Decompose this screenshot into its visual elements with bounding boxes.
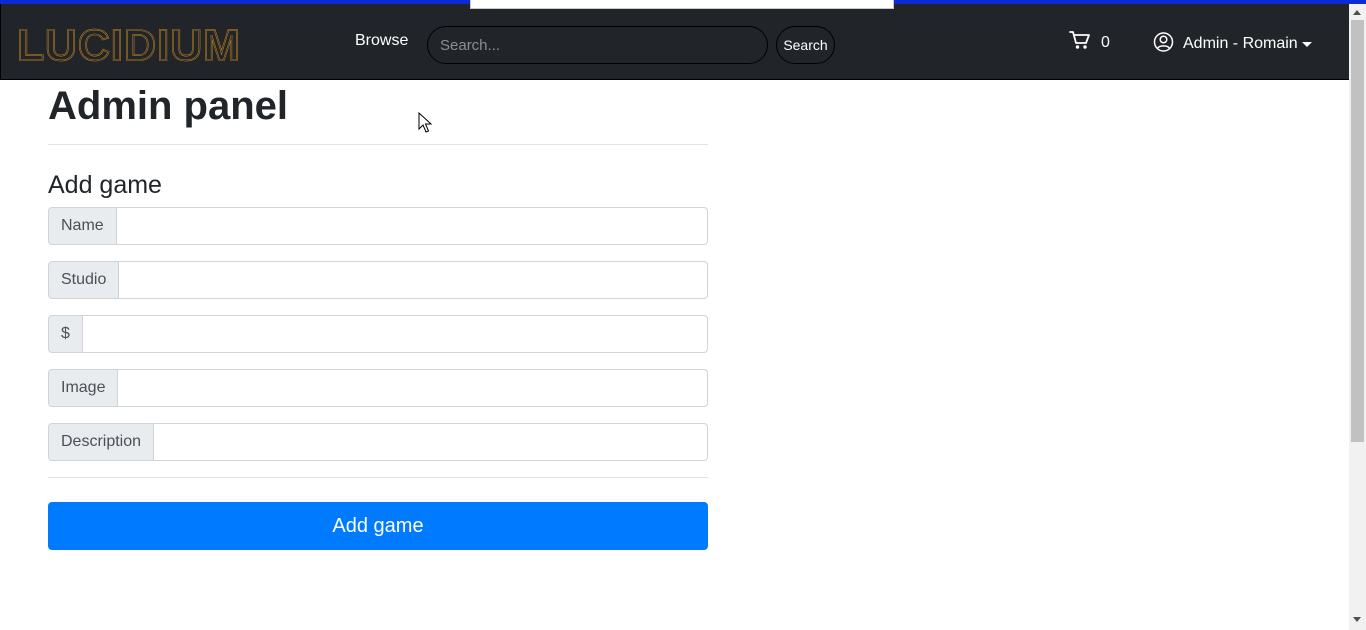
name-field[interactable] — [116, 207, 708, 245]
scroll-down-arrow-icon[interactable] — [1353, 617, 1361, 622]
price-label: $ — [48, 315, 83, 353]
user-menu-toggle[interactable]: Admin - Romain — [1153, 30, 1312, 58]
studio-field[interactable] — [119, 261, 708, 299]
scroll-up-arrow-icon[interactable] — [1353, 10, 1361, 15]
navbar: LUCIDIUM LUCIDIUM Browse Search 0 Admin … — [0, 4, 1349, 80]
user-name-label: Admin - Romain — [1183, 35, 1298, 52]
search-button[interactable]: Search — [776, 26, 835, 64]
name-input-group: Name — [48, 207, 708, 245]
studio-label: Studio — [48, 261, 120, 299]
brand-logo[interactable]: LUCIDIUM LUCIDIUM — [15, 20, 245, 71]
name-label: Name — [48, 207, 117, 245]
user-circle-icon — [1153, 30, 1174, 58]
scrollbar-thumb[interactable] — [1351, 20, 1364, 442]
cart-icon — [1069, 30, 1091, 55]
image-input-group: Image — [48, 369, 708, 407]
image-field[interactable] — [118, 369, 708, 407]
section-title: Add game — [48, 171, 162, 199]
description-label: Description — [48, 423, 155, 461]
price-field[interactable] — [82, 315, 708, 353]
popup-edge — [470, 0, 894, 9]
page-title: Admin panel — [48, 84, 289, 128]
admin-main: Admin panel Add game Name Studio $ Image… — [48, 84, 708, 550]
search-input[interactable] — [427, 26, 768, 64]
price-input-group: $ — [48, 315, 708, 353]
description-input-group: Description — [48, 423, 708, 461]
vertical-scrollbar[interactable] — [1349, 4, 1366, 630]
description-field[interactable] — [154, 423, 708, 461]
studio-input-group: Studio — [48, 261, 708, 299]
image-label: Image — [48, 369, 119, 407]
nav-browse-link[interactable]: Browse — [355, 32, 408, 50]
divider — [48, 477, 708, 478]
chevron-down-icon — [1301, 41, 1312, 47]
cart-link[interactable]: 0 — [1069, 30, 1110, 55]
divider — [48, 144, 708, 145]
cart-count: 0 — [1101, 33, 1110, 51]
svg-text:LUCIDIUM: LUCIDIUM — [17, 21, 241, 64]
mouse-cursor-icon — [418, 111, 433, 139]
add-game-button[interactable]: Add game — [48, 502, 708, 550]
